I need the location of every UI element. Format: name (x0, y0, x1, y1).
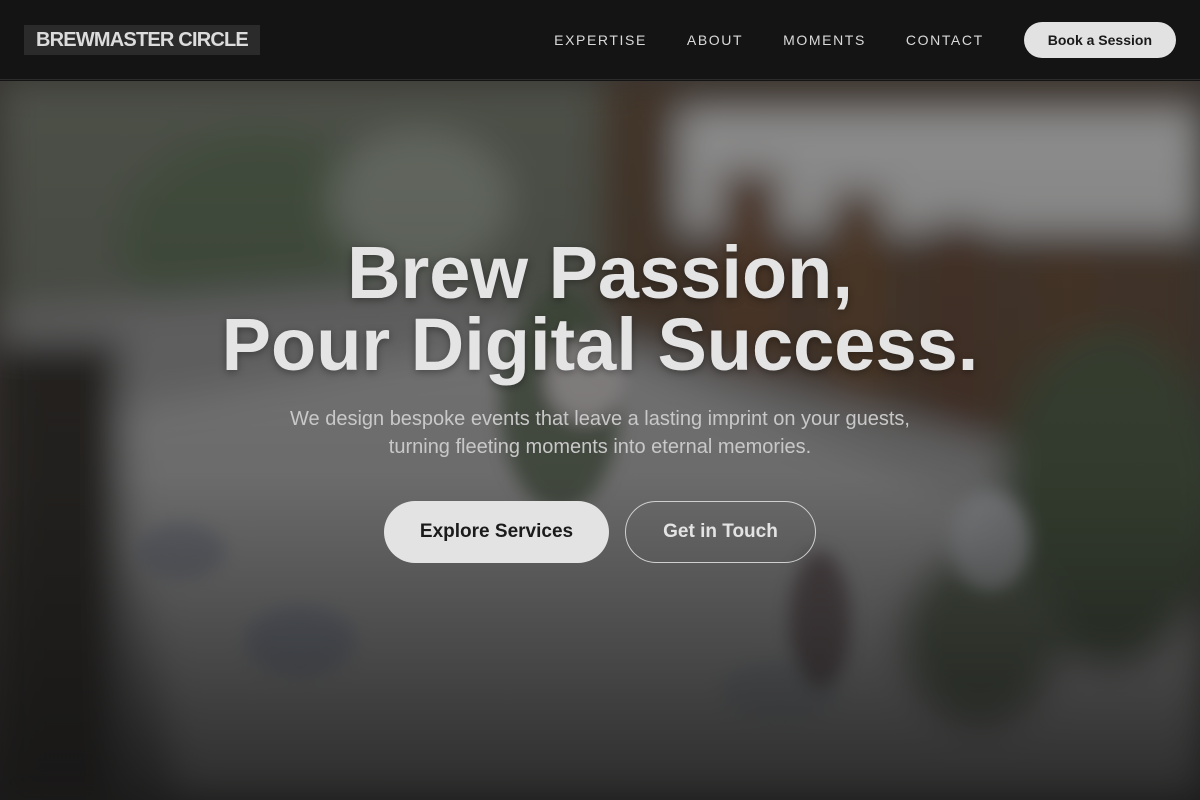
hero-subtext-line2: turning fleeting moments into eternal me… (388, 436, 812, 458)
main-nav: EXPERTISE ABOUT MOMENTS CONTACT Book a S… (554, 21, 1176, 58)
hero-headline-line2: Pour Digital Success. (221, 303, 979, 386)
hero-section: Brew Passion, Pour Digital Success. We d… (0, 81, 1200, 800)
explore-services-button[interactable]: Explore Services (384, 501, 609, 563)
get-in-touch-button[interactable]: Get in Touch (625, 501, 816, 563)
nav-link-expertise[interactable]: EXPERTISE (554, 32, 647, 48)
site-header: BREWMASTER CIRCLE EXPERTISE ABOUT MOMENT… (0, 0, 1200, 80)
nav-link-moments[interactable]: MOMENTS (783, 32, 866, 48)
hero-subtext-line1: We design bespoke events that leave a la… (290, 408, 910, 430)
nav-link-contact[interactable]: CONTACT (906, 32, 984, 48)
brand-logo[interactable]: BREWMASTER CIRCLE (24, 24, 260, 55)
book-session-button[interactable]: Book a Session (1023, 21, 1176, 58)
hero-cta-row: Explore Services Get in Touch (0, 501, 1200, 563)
hero-headline-line1: Brew Passion, (347, 231, 853, 314)
nav-link-about[interactable]: ABOUT (687, 32, 743, 48)
